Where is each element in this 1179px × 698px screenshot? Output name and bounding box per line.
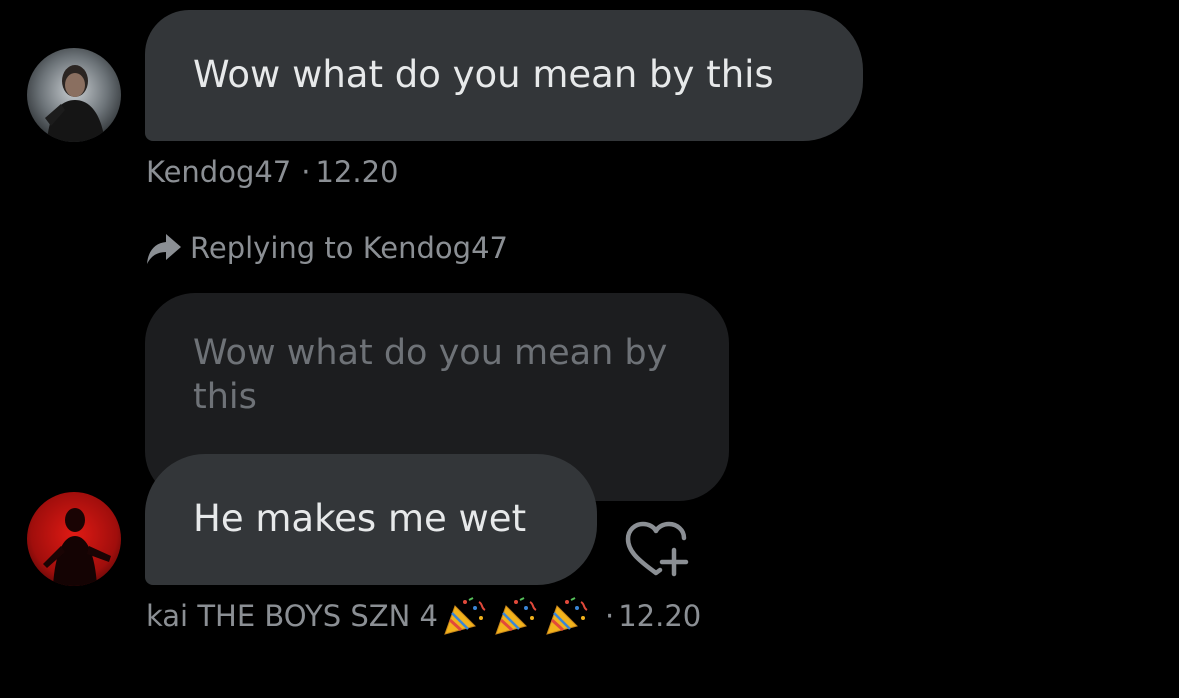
message-text: Wow what do you mean by this	[193, 53, 774, 96]
message-time: 12.20	[618, 599, 702, 633]
sender-name[interactable]: kai THE BOYS SZN 4	[146, 599, 438, 633]
message-bubble[interactable]: He makes me wet	[145, 454, 597, 585]
message-meta: Kendog47 · 12.20	[146, 155, 399, 189]
user-avatar-icon	[27, 48, 121, 142]
party-popper-icon	[441, 596, 489, 636]
sender-avatar[interactable]	[27, 492, 121, 586]
reply-arrow-icon	[147, 234, 181, 264]
sender-avatar[interactable]	[27, 48, 121, 142]
user-avatar-icon	[27, 492, 121, 586]
separator: ·	[605, 599, 615, 633]
sender-name[interactable]: Kendog47	[146, 155, 291, 189]
party-popper-icon	[492, 596, 540, 636]
replying-label: Replying to Kendog47	[190, 231, 508, 265]
replying-to[interactable]: Replying to Kendog47	[146, 230, 508, 266]
message-text: He makes me wet	[193, 497, 527, 540]
add-reaction-button[interactable]	[622, 518, 692, 580]
message-bubble[interactable]: Wow what do you mean by this	[145, 10, 863, 141]
party-popper-icon	[543, 596, 591, 636]
separator: ·	[301, 155, 311, 189]
dm-conversation: Wow what do you mean by this Kendog47 · 12…	[0, 0, 1179, 698]
quoted-text: Wow what do you mean by this	[193, 333, 668, 417]
add-reaction-heart-icon	[625, 521, 689, 577]
message-meta: kai THE BOYS SZN 4 · 12.20	[146, 596, 701, 636]
message-time: 12.20	[315, 155, 399, 189]
